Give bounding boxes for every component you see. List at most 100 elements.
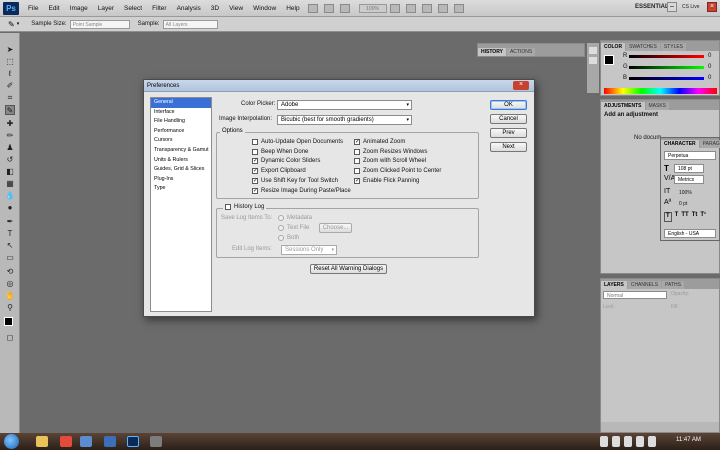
quick-select-tool-icon[interactable]: ✐ — [5, 81, 15, 91]
menu-help[interactable]: Help — [281, 5, 304, 12]
faux-bold-button[interactable]: T — [664, 212, 672, 222]
nav-item-transparency[interactable]: Transparency & Gamut — [151, 146, 211, 156]
hand-tool-icon-2[interactable]: ✋ — [5, 291, 15, 301]
dialog-close-icon[interactable]: × — [513, 81, 529, 90]
sample-size-select[interactable]: Point Sample — [69, 19, 130, 29]
tray-icon-1[interactable] — [600, 436, 608, 447]
zoom-resizes-checkbox[interactable] — [354, 148, 360, 155]
color-foreground-swatch[interactable] — [604, 55, 614, 65]
export-clipboard-checkbox[interactable]: ✓ — [252, 168, 258, 175]
chrome-icon[interactable] — [60, 436, 72, 447]
clone-stamp-tool-icon[interactable]: ♟ — [5, 143, 15, 153]
gradient-tool-icon[interactable]: ▦ — [5, 179, 15, 189]
dynamic-sliders-checkbox[interactable]: ✓ — [252, 158, 258, 165]
superscript-button[interactable]: T¹ — [700, 212, 706, 222]
tab-actions[interactable]: ACTIONS — [506, 48, 536, 56]
network-icon[interactable] — [636, 436, 644, 447]
tool-preset-arrow-icon[interactable]: ▾ — [17, 21, 20, 27]
font-size-field[interactable]: 108 pt — [674, 164, 704, 173]
menu-image[interactable]: Image — [65, 5, 93, 12]
zoom-tool-icon[interactable] — [405, 3, 416, 13]
next-button[interactable]: Next — [490, 142, 527, 152]
menu-select[interactable]: Select — [119, 5, 147, 12]
menu-window[interactable]: Window — [248, 5, 281, 12]
resize-paste-checkbox[interactable]: ✓ — [252, 187, 258, 194]
edit-log-select[interactable]: Sessions Only ▾ — [281, 245, 337, 255]
tab-history[interactable]: HISTORY — [478, 48, 506, 56]
tab-swatches[interactable]: SWATCHES — [626, 43, 660, 51]
type-tool-icon[interactable]: T — [5, 229, 15, 239]
quick-mask-icon[interactable]: ◻ — [5, 333, 15, 343]
nav-item-interface[interactable]: Interface — [151, 108, 211, 118]
tab-styles[interactable]: STYLES — [660, 43, 687, 51]
app-icon[interactable] — [80, 436, 92, 447]
choose-button[interactable]: Choose... — [319, 223, 352, 233]
flick-panning-checkbox[interactable]: ✓ — [354, 178, 360, 185]
explorer-icon[interactable] — [36, 436, 48, 447]
faux-italic-button[interactable]: T — [675, 212, 679, 222]
textfile-radio[interactable] — [278, 224, 284, 231]
menu-filter[interactable]: Filter — [147, 5, 171, 12]
tray-icon-3[interactable] — [624, 436, 632, 447]
animated-zoom-checkbox[interactable]: ✓ — [354, 138, 360, 145]
menu-edit[interactable]: Edit — [43, 5, 64, 12]
tab-layers[interactable]: LAYERS — [601, 281, 627, 289]
channel-g-value[interactable]: 0 — [708, 64, 711, 70]
nav-item-cursors[interactable]: Cursors — [151, 136, 211, 146]
eraser-tool-icon[interactable]: ◧ — [5, 167, 15, 177]
tray-icon-2[interactable] — [612, 436, 620, 447]
nav-item-guides[interactable]: Guides, Grid & Slices — [151, 165, 211, 175]
cs-live-button[interactable]: CS Live — [682, 4, 700, 10]
kerning-field[interactable]: Metrics — [674, 175, 704, 184]
tab-paragraph[interactable]: PARAGR — [699, 140, 720, 148]
marquee-tool-icon[interactable]: ⬚ — [5, 57, 15, 67]
zoom-center-checkbox[interactable] — [354, 168, 360, 175]
metadata-radio[interactable] — [278, 214, 284, 221]
nav-item-type[interactable]: Type — [151, 184, 211, 194]
close-icon[interactable]: × — [707, 2, 717, 12]
foreground-color-swatch[interactable] — [4, 317, 13, 326]
crop-tool-icon[interactable]: ⌗ — [5, 93, 15, 103]
menu-file[interactable]: File — [23, 5, 43, 12]
arrange-documents-icon[interactable] — [437, 3, 448, 13]
nav-item-performance[interactable]: Performance — [151, 127, 211, 137]
green-slider[interactable] — [629, 66, 704, 69]
brush-tool-icon[interactable]: ✏ — [5, 131, 15, 141]
screen-mode-icon[interactable] — [453, 3, 464, 13]
baseline-value[interactable]: 0 pt — [679, 201, 687, 207]
3d-rotate-tool-icon[interactable]: ⟲ — [5, 267, 15, 277]
zoom-tool-icon-2[interactable]: ⚲ — [5, 303, 15, 313]
zoom-level[interactable]: 100% — [358, 3, 387, 13]
ok-button[interactable]: OK — [490, 100, 527, 110]
tab-adjustments[interactable]: ADJUSTMENTS — [601, 102, 645, 110]
menu-view[interactable]: View — [224, 5, 248, 12]
nav-item-plugins[interactable]: Plug-Ins — [151, 175, 211, 185]
blend-mode-select[interactable]: Normal — [603, 291, 667, 299]
eyedropper-icon[interactable]: ✎ — [8, 20, 15, 29]
app-icon-3[interactable] — [150, 436, 162, 447]
color-picker-select[interactable]: Adobe ▾ — [277, 100, 412, 110]
font-family-select[interactable]: Perpetua — [664, 151, 716, 160]
cancel-button[interactable]: Cancel — [490, 114, 527, 124]
tab-paths[interactable]: PATHS — [662, 281, 684, 289]
both-radio[interactable] — [278, 234, 284, 241]
healing-tool-icon[interactable]: ✚ — [5, 119, 15, 129]
menu-layer[interactable]: Layer — [93, 5, 119, 12]
volume-icon[interactable] — [648, 436, 656, 447]
tab-masks[interactable]: MASKS — [645, 102, 670, 110]
hand-tool-icon[interactable] — [389, 3, 400, 13]
channel-r-value[interactable]: 0 — [708, 53, 711, 59]
nav-item-file-handling[interactable]: File Handling — [151, 117, 211, 127]
tab-character[interactable]: CHARACTER — [661, 140, 699, 148]
reset-warnings-button[interactable]: Reset All Warning Dialogs — [310, 264, 387, 274]
interpolation-select[interactable]: Bicubic (best for smooth gradients) ▾ — [277, 115, 412, 125]
language-select[interactable]: English - USA — [664, 229, 716, 238]
blue-slider[interactable] — [629, 77, 704, 80]
minimize-icon[interactable]: – — [667, 2, 677, 12]
channel-b-value[interactable]: 0 — [708, 75, 711, 81]
auto-update-checkbox[interactable] — [252, 138, 258, 145]
shift-key-checkbox[interactable]: ✓ — [252, 178, 258, 185]
nav-item-general[interactable]: General — [151, 98, 211, 108]
eyedropper-tool-icon[interactable]: ✎ — [5, 105, 15, 115]
app-icon-2[interactable] — [104, 436, 116, 447]
